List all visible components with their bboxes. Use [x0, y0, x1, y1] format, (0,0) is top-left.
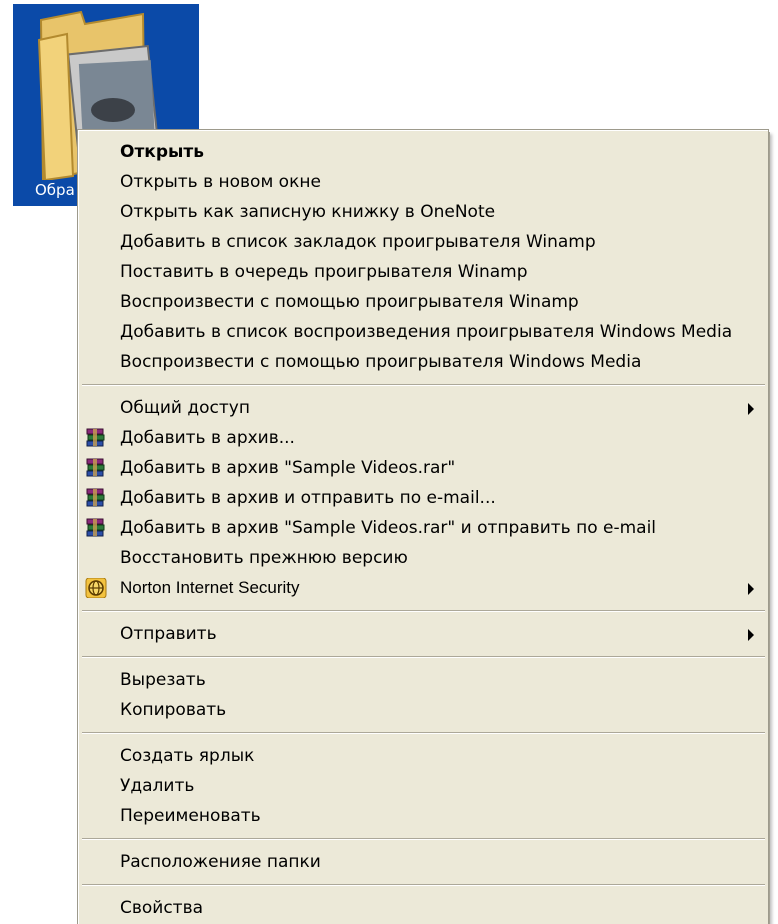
winrar-archive-icon: [86, 428, 105, 447]
menu-item-rename[interactable]: Переименовать: [79, 801, 768, 831]
winrar-archive-icon: [86, 488, 105, 507]
menu-item-sharing[interactable]: Общий доступ: [79, 393, 768, 423]
submenu-arrow-icon: [748, 629, 754, 641]
menu-item-wmp-play[interactable]: Воспроизвести с помощью проигрывателя Wi…: [79, 347, 768, 377]
menu-item-send-to-label: Отправить: [120, 624, 217, 644]
menu-item-add-archive-named-label: Добавить в архив "Sample Videos.rar": [120, 458, 456, 478]
menu-item-folder-location[interactable]: Расположенияе папки: [79, 847, 768, 877]
menu-item-winamp-enqueue[interactable]: Поставить в очередь проигрывателя Winamp: [79, 257, 768, 287]
menu-item-delete[interactable]: Удалить: [79, 771, 768, 801]
menu-item-properties[interactable]: Свойства: [79, 893, 768, 923]
menu-item-winamp-bookmarks[interactable]: Добавить в список закладок проигрывателя…: [79, 227, 768, 257]
menu-separator: [79, 377, 768, 393]
winrar-archive-icon: [86, 518, 105, 537]
menu-item-open-new-window[interactable]: Открыть в новом окне: [79, 167, 768, 197]
menu-item-norton-label: Norton Internet Security: [120, 578, 300, 597]
menu-item-restore-previous[interactable]: Восстановить прежнюю версию: [79, 543, 768, 573]
menu-separator: [79, 603, 768, 619]
context-menu: Открыть Открыть в новом окне Открыть как…: [77, 129, 769, 924]
menu-separator: [79, 725, 768, 741]
menu-item-open[interactable]: Открыть: [79, 137, 768, 167]
menu-separator: [79, 877, 768, 893]
desktop: Обра Открыть Открыть в новом окне Открыт…: [0, 0, 778, 924]
menu-item-open-onenote[interactable]: Открыть как записную книжку в OneNote: [79, 197, 768, 227]
menu-item-add-archive-named-email[interactable]: Добавить в архив "Sample Videos.rar" и о…: [79, 513, 768, 543]
menu-item-add-archive-named[interactable]: Добавить в архив "Sample Videos.rar": [79, 453, 768, 483]
menu-item-norton[interactable]: Norton Internet Security: [79, 573, 768, 603]
menu-item-sharing-label: Общий доступ: [120, 398, 250, 418]
menu-item-copy[interactable]: Копировать: [79, 695, 768, 725]
menu-item-add-archive-named-email-label: Добавить в архив "Sample Videos.rar" и о…: [120, 518, 657, 538]
menu-item-add-archive-email-label: Добавить в архив и отправить по e-mail..…: [120, 488, 496, 508]
submenu-arrow-icon: [748, 583, 754, 595]
menu-item-wmp-add-playlist[interactable]: Добавить в список воспроизведения проигр…: [79, 317, 768, 347]
norton-globe-icon: [85, 578, 107, 598]
menu-item-create-shortcut[interactable]: Создать ярлык: [79, 741, 768, 771]
menu-item-add-archive-email[interactable]: Добавить в архив и отправить по e-mail..…: [79, 483, 768, 513]
menu-separator: [79, 649, 768, 665]
winrar-archive-icon: [86, 458, 105, 477]
menu-item-add-archive[interactable]: Добавить в архив...: [79, 423, 768, 453]
menu-item-cut[interactable]: Вырезать: [79, 665, 768, 695]
menu-item-send-to[interactable]: Отправить: [79, 619, 768, 649]
submenu-arrow-icon: [748, 403, 754, 415]
menu-item-winamp-play[interactable]: Воспроизвести с помощью проигрывателя Wi…: [79, 287, 768, 317]
menu-item-add-archive-label: Добавить в архив...: [120, 428, 295, 448]
menu-separator: [79, 831, 768, 847]
